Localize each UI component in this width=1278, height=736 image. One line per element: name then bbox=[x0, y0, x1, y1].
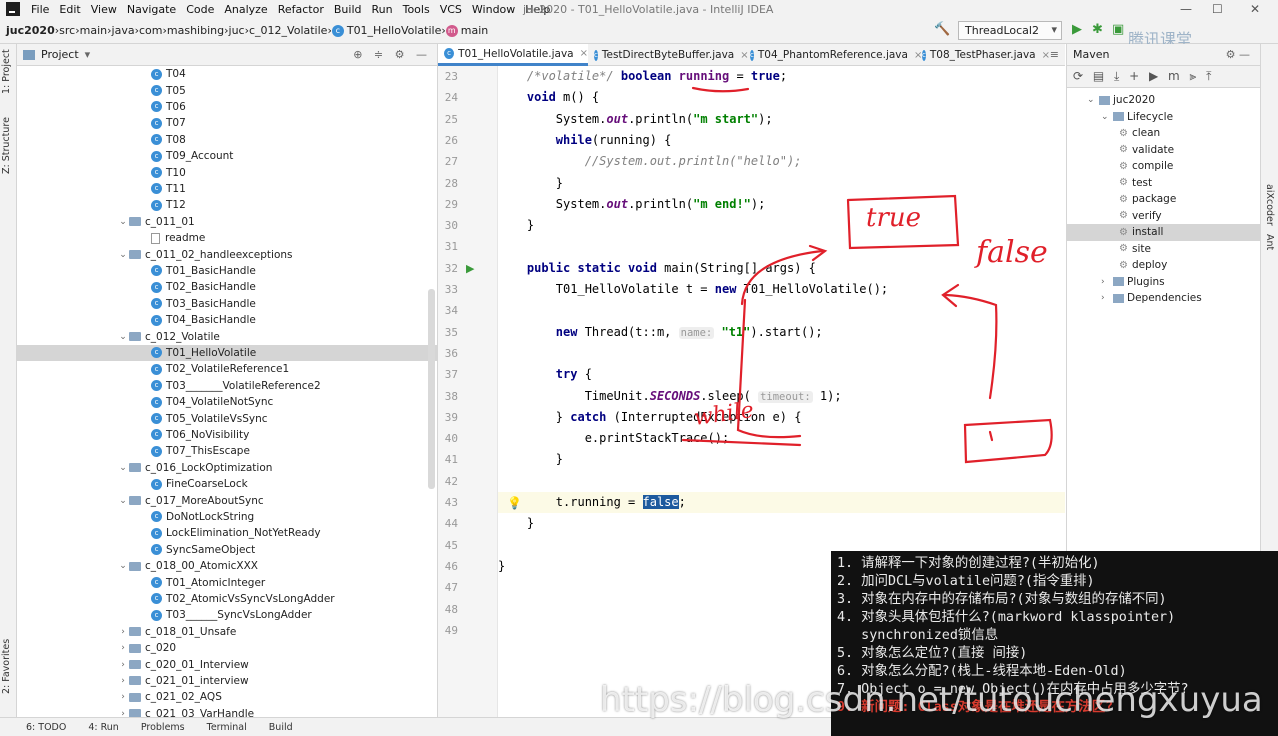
url-watermark: https://blog.csdn.net/tutouchengxuyua bbox=[600, 680, 1263, 720]
handwriting-while: while bbox=[692, 398, 755, 431]
underline-running bbox=[691, 86, 750, 93]
handwriting-true: true bbox=[866, 203, 921, 233]
handwriting-false: false bbox=[974, 235, 1048, 270]
arrow-line-2 bbox=[944, 293, 998, 400]
overlay-line: 4. 对象头具体包括什么?(markword klasspointer) bbox=[837, 610, 1176, 625]
overlay-line: 5. 对象怎么定位?(直接 间接) bbox=[837, 646, 1028, 661]
box-empty bbox=[963, 418, 1053, 464]
underline-printstacktrace bbox=[681, 438, 802, 447]
overlay-line: 3. 对象在内存中的存储布局?(对象与数组的存储不同) bbox=[837, 592, 1167, 607]
overlay-line: synchronized锁信息 bbox=[837, 628, 999, 643]
overlay-line: 1. 请解释一下对象的创建过程?(半初始化) bbox=[837, 556, 1100, 571]
overlay-line: 6. 对象怎么分配?(栈上-线程本地-Eden-Old) bbox=[837, 664, 1127, 679]
arrow-line bbox=[740, 249, 824, 306]
overlay-line: 2. 加问DCL与volatile问题?(指令重排) bbox=[837, 574, 1095, 589]
